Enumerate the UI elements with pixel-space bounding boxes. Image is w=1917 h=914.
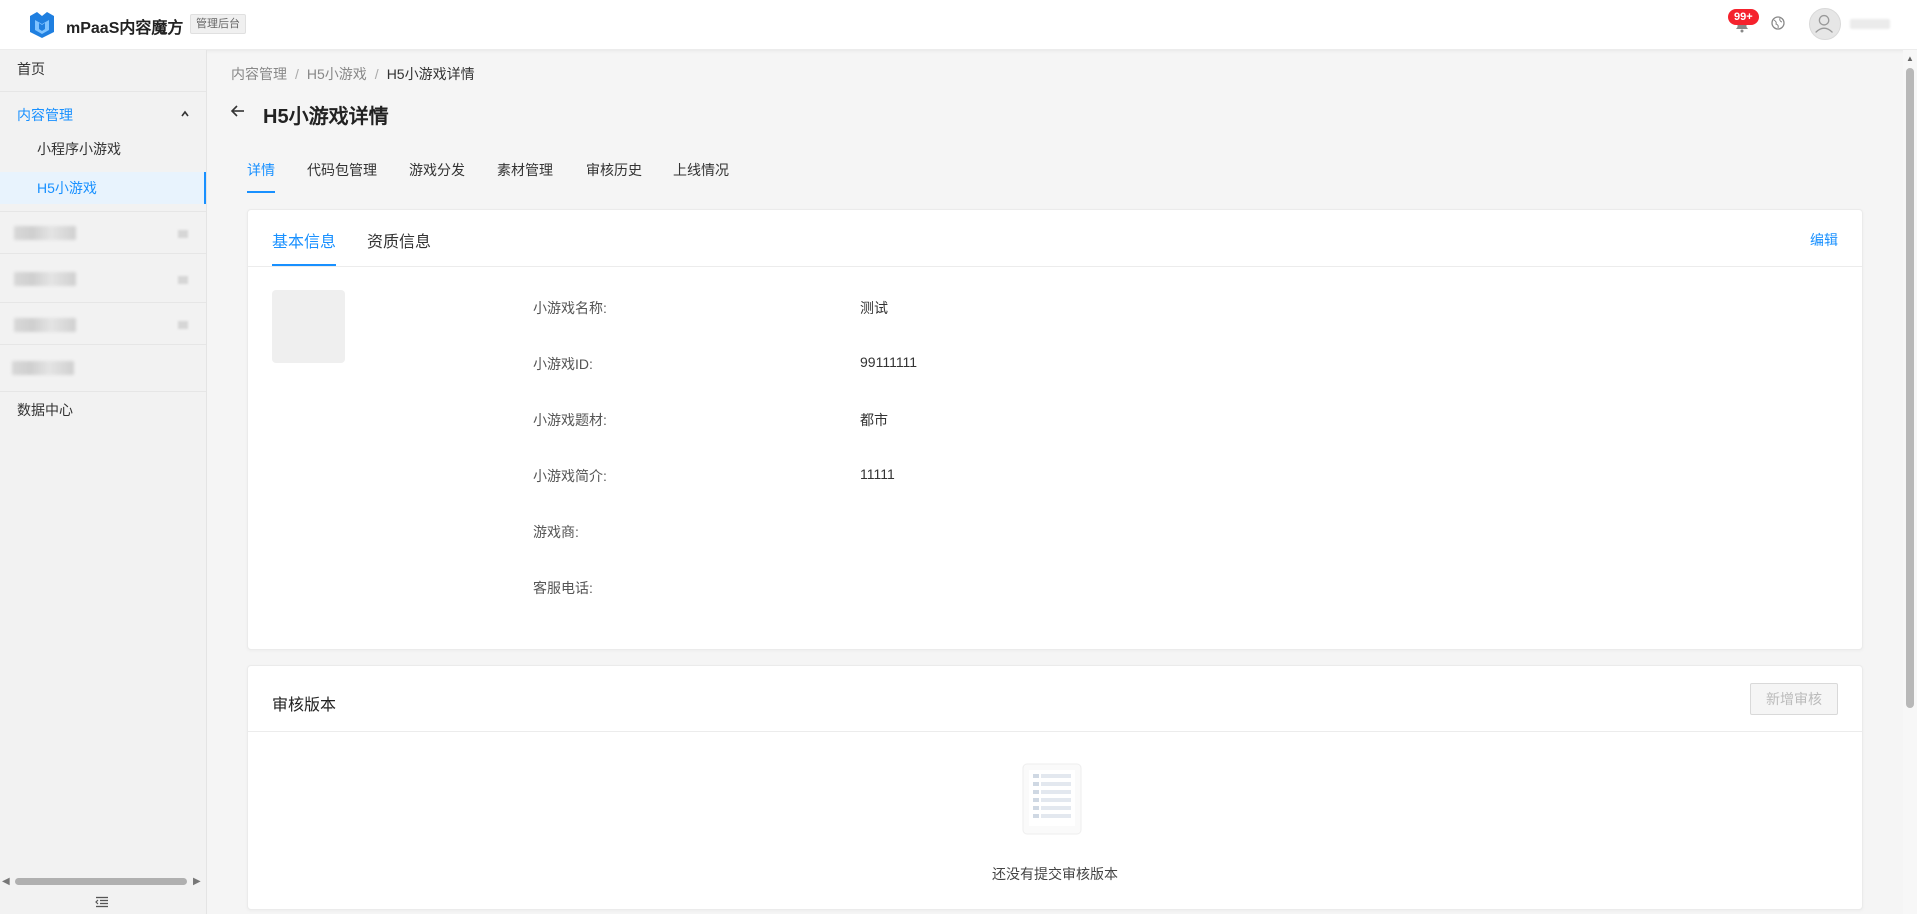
back-arrow-icon[interactable]	[230, 103, 246, 119]
info-subtabs: 基本信息 资质信息 编辑	[248, 210, 1862, 267]
chevron-icon	[178, 321, 188, 329]
sidebar-divider	[0, 302, 206, 303]
active-tab-indicator	[247, 191, 275, 193]
page-title: H5小游戏详情	[263, 106, 389, 128]
field-value-theme: 都市	[860, 412, 888, 428]
sidebar-item-redacted[interactable]	[14, 318, 76, 332]
subtab-basic-info[interactable]: 基本信息	[272, 228, 336, 252]
tab-online-status[interactable]: 上线情况	[673, 160, 729, 180]
sidebar-divider	[0, 211, 206, 212]
breadcrumb-separator: /	[374, 66, 379, 82]
chevron-icon	[178, 276, 188, 284]
scroll-right-icon[interactable]: ▶	[193, 876, 201, 887]
sidebar-divider	[0, 391, 206, 392]
basic-info-card: 基本信息 资质信息 编辑 小游戏名称: 测试 小游戏ID: 99111111 小…	[247, 209, 1863, 650]
game-icon-placeholder	[272, 290, 345, 363]
breadcrumb-current: H5小游戏详情	[386, 66, 475, 82]
chevron-up-icon	[181, 110, 189, 117]
top-header: mPaaS内容魔方 管理后台 99+	[0, 0, 1917, 50]
sidebar-item-label: 内容管理	[17, 107, 73, 123]
review-card-header: 审核版本 新增审核	[248, 666, 1862, 732]
sidebar-item-home[interactable]: 首页	[0, 58, 206, 86]
field-label-vendor: 游戏商:	[533, 524, 579, 540]
field-label-phone: 客服电话:	[533, 580, 593, 596]
sidebar-item-mini-program-games[interactable]: 小程序小游戏	[0, 139, 206, 161]
field-label-name: 小游戏名称:	[533, 300, 607, 316]
field-label-id: 小游戏ID:	[533, 356, 593, 372]
sidebar-horizontal-scrollbar[interactable]: ◀ ▶	[0, 873, 206, 889]
field-value-id: 99111111	[860, 354, 918, 370]
sidebar-item-redacted[interactable]	[14, 272, 76, 286]
mpaas-logo-icon	[30, 12, 54, 38]
sidebar-item-h5-games[interactable]: H5小游戏	[0, 172, 206, 204]
scrollbar-thumb[interactable]	[15, 878, 187, 885]
tab-code-packages[interactable]: 代码包管理	[307, 160, 377, 180]
tab-materials[interactable]: 素材管理	[497, 160, 553, 180]
breadcrumb: 内容管理 / H5小游戏 / H5小游戏详情	[231, 64, 475, 84]
notification-count-badge: 99+	[1728, 9, 1759, 25]
tab-distribution[interactable]: 游戏分发	[409, 160, 465, 180]
field-label-intro: 小游戏简介:	[533, 468, 607, 484]
admin-badge: 管理后台	[190, 14, 246, 34]
sidebar: 首页 内容管理 小程序小游戏 H5小游戏 数据中心 ◀ ▶	[0, 50, 207, 914]
tab-details[interactable]: 详情	[247, 160, 275, 180]
page-vertical-scrollbar[interactable]: ▲	[1903, 50, 1917, 914]
user-name-redacted[interactable]	[1850, 19, 1890, 29]
user-avatar[interactable]	[1809, 8, 1841, 40]
sidebar-item-redacted[interactable]	[12, 361, 74, 375]
subtab-qualification-info[interactable]: 资质信息	[367, 228, 431, 252]
scroll-left-icon[interactable]: ◀	[2, 876, 10, 887]
scroll-up-icon[interactable]: ▲	[1906, 54, 1914, 63]
sidebar-item-content-management[interactable]: 内容管理	[0, 105, 206, 127]
review-version-card: 审核版本 新增审核 还没有提交审核版本	[247, 665, 1863, 910]
app-title[interactable]: mPaaS内容魔方	[66, 14, 183, 38]
breadcrumb-separator: /	[295, 66, 299, 82]
globe-icon[interactable]	[1771, 16, 1785, 30]
chevron-icon	[178, 230, 188, 238]
sidebar-divider	[0, 344, 206, 345]
field-value-intro: 11111	[860, 466, 895, 482]
sidebar-item-data-center[interactable]: 数据中心	[0, 400, 206, 422]
scrollbar-thumb[interactable]	[1906, 68, 1914, 708]
review-card-title: 审核版本	[272, 697, 337, 714]
sidebar-divider	[0, 91, 206, 92]
collapse-menu-icon[interactable]	[95, 896, 109, 908]
sidebar-divider	[0, 253, 206, 254]
active-subtab-indicator	[272, 264, 336, 266]
sidebar-item-redacted[interactable]	[14, 226, 76, 240]
empty-state-text: 还没有提交审核版本	[992, 866, 1118, 882]
breadcrumb-content-management[interactable]: 内容管理	[231, 66, 287, 82]
field-label-theme: 小游戏题材:	[533, 412, 607, 428]
add-review-button[interactable]: 新增审核	[1750, 683, 1838, 715]
tab-review-history[interactable]: 审核历史	[586, 160, 642, 180]
edit-link[interactable]: 编辑	[1810, 230, 1838, 250]
empty-document-icon	[1022, 763, 1082, 835]
breadcrumb-h5-games[interactable]: H5小游戏	[307, 66, 367, 82]
field-value-name: 测试	[860, 300, 888, 316]
